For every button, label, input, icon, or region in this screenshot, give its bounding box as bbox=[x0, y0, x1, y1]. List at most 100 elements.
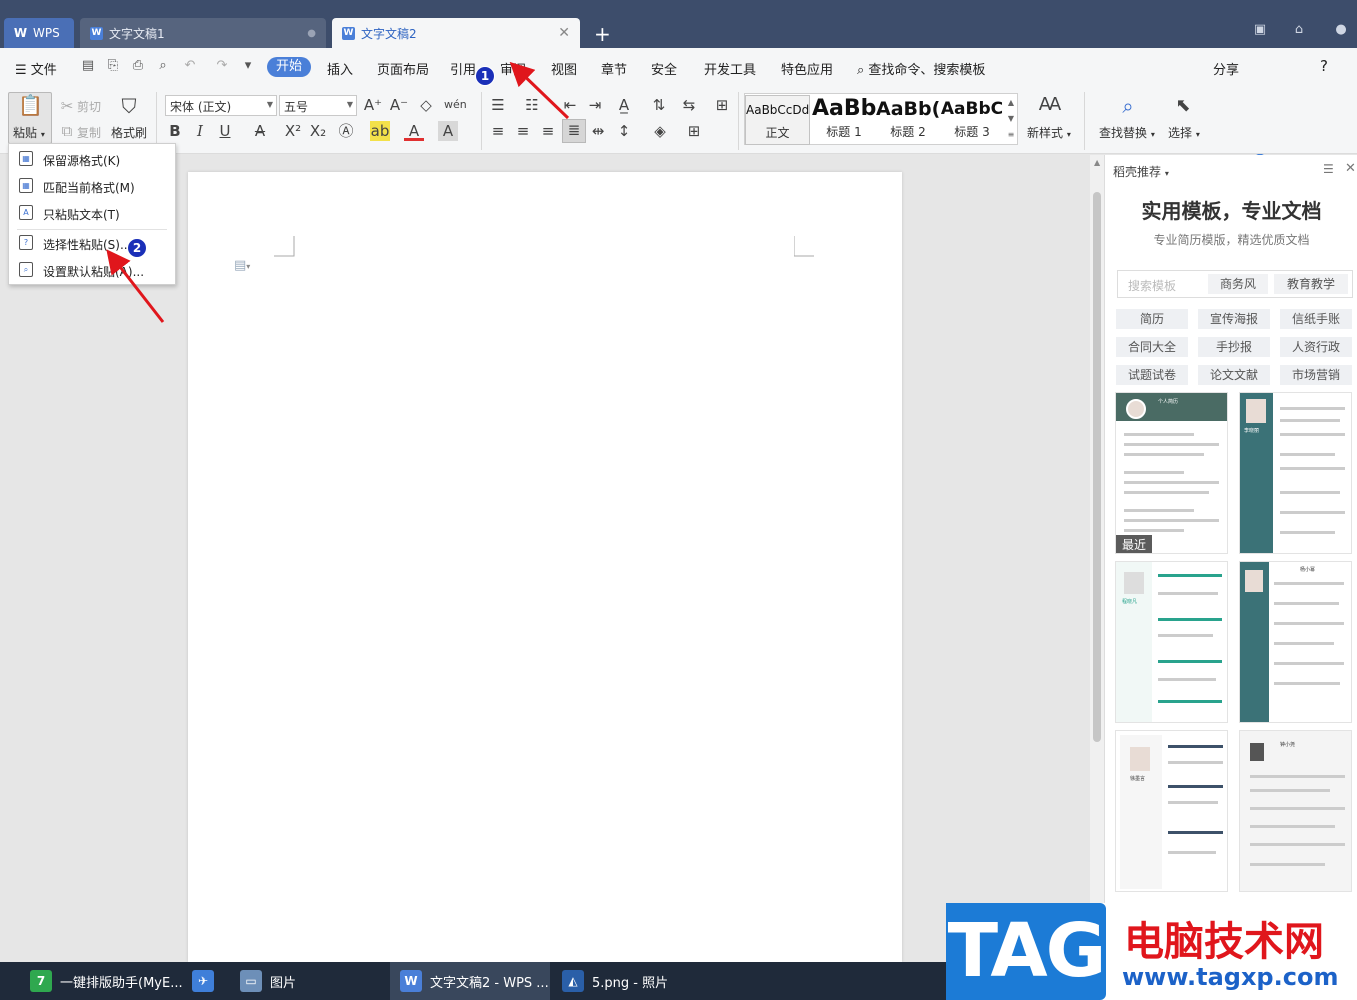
chevron-down-icon[interactable]: ▾ bbox=[240, 58, 256, 74]
window-count-icon[interactable]: ▣ bbox=[1252, 22, 1268, 40]
template-thumbnail[interactable]: 徐墨言 bbox=[1115, 730, 1228, 892]
close-icon[interactable]: ✕ bbox=[1345, 161, 1356, 176]
taskbar-app-assistant[interactable]: ✈ bbox=[192, 962, 222, 1000]
tab-wps-home[interactable]: W WPS bbox=[4, 18, 74, 48]
style-normal[interactable]: AaBbCcDd 正文 bbox=[745, 95, 810, 145]
category-chip[interactable]: 市场营销 bbox=[1280, 365, 1352, 385]
menu-tab-insert[interactable]: 插入 bbox=[327, 59, 353, 78]
phonetic-icon[interactable]: wén bbox=[444, 95, 467, 115]
paragraph-options-icon[interactable]: ▤▾ bbox=[234, 258, 250, 273]
filter-business[interactable]: 商务风 bbox=[1208, 274, 1268, 294]
new-style-icon[interactable]: Ꜳ bbox=[1037, 95, 1063, 115]
category-chip[interactable]: 宣传海报 bbox=[1198, 309, 1270, 329]
format-painter-icon[interactable]: ⛉ bbox=[119, 96, 139, 116]
category-chip[interactable]: 信纸手账 bbox=[1280, 309, 1352, 329]
paste-special[interactable]: ? 选择性粘贴(S)... bbox=[9, 230, 175, 256]
new-style-label[interactable]: 新样式 ▾ bbox=[1027, 124, 1071, 141]
template-thumbnail[interactable]: 个人简历 最近 bbox=[1115, 392, 1228, 554]
category-chip[interactable]: 人资行政 bbox=[1280, 337, 1352, 357]
scrollbar-thumb[interactable] bbox=[1093, 192, 1101, 742]
skin-icon[interactable]: ⌂ bbox=[1291, 22, 1307, 40]
menu-tab-special[interactable]: 特色应用 bbox=[781, 59, 833, 78]
undo-icon[interactable]: ↶ bbox=[182, 58, 198, 74]
menu-tab-chapter[interactable]: 章节 bbox=[601, 59, 627, 78]
line-spacing-icon[interactable]: ↕ bbox=[614, 121, 634, 141]
redo-icon[interactable]: ↷ bbox=[214, 58, 230, 74]
template-thumbnail[interactable]: 杨小幂 bbox=[1239, 561, 1352, 723]
copy-icon[interactable]: ⧉ bbox=[57, 121, 77, 141]
table-icon[interactable]: ⊞ bbox=[712, 95, 732, 115]
menu-tab-start[interactable]: 开始 bbox=[267, 57, 311, 77]
template-thumbnail[interactable]: 李晓丽 bbox=[1239, 392, 1352, 554]
category-chip[interactable]: 试题试卷 bbox=[1116, 365, 1188, 385]
share-button[interactable]: 分享 bbox=[1213, 59, 1239, 78]
menu-tab-view[interactable]: 视图 bbox=[551, 59, 577, 78]
find-replace-label[interactable]: 查找替换 ▾ bbox=[1099, 124, 1155, 141]
print-preview-icon[interactable]: ⌕ bbox=[155, 58, 171, 74]
category-chip[interactable]: 简历 bbox=[1116, 309, 1188, 329]
style-heading-1[interactable]: AaBb 标题 1 bbox=[812, 95, 876, 145]
filter-education[interactable]: 教育教学 bbox=[1274, 274, 1348, 294]
save-icon[interactable]: ▤ bbox=[80, 58, 96, 74]
numbered-list-icon[interactable]: ☷ bbox=[522, 95, 542, 115]
template-thumbnail[interactable]: 程晓凡 bbox=[1115, 561, 1228, 723]
text-effect-icon[interactable]: Ⓐ bbox=[336, 121, 356, 141]
align-left-icon[interactable]: ≡ bbox=[488, 121, 508, 141]
bullet-list-icon[interactable]: ☰ bbox=[488, 95, 508, 115]
font-family-select[interactable]: 宋体 (正文) ▼ bbox=[165, 95, 277, 116]
decrease-indent-icon[interactable]: ⇤ bbox=[560, 95, 580, 115]
show-marks-icon[interactable]: ⇆ bbox=[679, 95, 699, 115]
menu-tab-developer[interactable]: 开发工具 bbox=[704, 59, 756, 78]
avatar-icon[interactable]: ● bbox=[1333, 22, 1349, 40]
font-size-select[interactable]: 五号 ▼ bbox=[279, 95, 357, 116]
superscript-icon[interactable]: X² bbox=[283, 121, 303, 141]
command-search[interactable]: ⌕ 查找命令、搜索模板 bbox=[857, 59, 985, 78]
paste-keep-source-format[interactable]: ▦ 保留源格式(K) bbox=[9, 146, 175, 172]
paste-text-only[interactable]: A 只粘贴文本(T) bbox=[9, 200, 175, 226]
style-scroll-icon[interactable]: ▲ ▼ ≡ bbox=[1006, 95, 1016, 143]
template-search-box[interactable]: 搜索模板 商务风 教育教学 bbox=[1117, 270, 1353, 298]
export-icon[interactable]: ⎘ bbox=[105, 58, 121, 74]
bold-icon[interactable]: B bbox=[165, 121, 185, 141]
menu-tab-security[interactable]: 安全 bbox=[651, 59, 677, 78]
increase-indent-icon[interactable]: ⇥ bbox=[585, 95, 605, 115]
subscript-icon[interactable]: X₂ bbox=[308, 121, 328, 141]
file-menu[interactable]: ☰ 文件 bbox=[15, 59, 57, 78]
menu-tab-references[interactable]: 引用 bbox=[450, 59, 476, 78]
find-replace-icon[interactable]: ⌕ bbox=[1116, 96, 1140, 116]
taskbar-app-photos[interactable]: ◭ 5.png - 照片 bbox=[562, 962, 668, 1000]
tab-document-1[interactable]: W 文字文稿1 ● bbox=[80, 18, 326, 48]
distribute-icon[interactable]: ⇹ bbox=[588, 121, 608, 141]
paste-set-default[interactable]: ⌕ 设置默认粘贴(A)... bbox=[9, 257, 175, 283]
menu-tab-page-layout[interactable]: 页面布局 bbox=[377, 59, 429, 78]
shading-icon[interactable]: ◈ bbox=[650, 121, 670, 141]
close-icon[interactable]: ✕ bbox=[558, 25, 570, 41]
cut-label[interactable]: 剪切 bbox=[77, 98, 101, 115]
taskbar-app-formatter[interactable]: 7 一键排版助手(MyE... bbox=[30, 962, 183, 1000]
border-icon[interactable]: ⊞ bbox=[684, 121, 704, 141]
help-icon[interactable]: ? bbox=[1320, 57, 1328, 75]
format-painter-label[interactable]: 格式刷 bbox=[111, 124, 147, 141]
print-icon[interactable]: ⎙ bbox=[130, 58, 146, 74]
add-tab-icon[interactable]: + bbox=[594, 22, 611, 46]
document-page[interactable] bbox=[188, 172, 902, 962]
menu-tab-review[interactable]: 审阅 bbox=[500, 59, 526, 78]
align-center-icon[interactable]: ≡ bbox=[513, 121, 533, 141]
style-heading-3[interactable]: AaBbC 标题 3 bbox=[940, 95, 1004, 145]
shrink-font-icon[interactable]: A⁻ bbox=[389, 95, 409, 115]
style-heading-2[interactable]: AaBb( 标题 2 bbox=[876, 95, 940, 145]
select-label[interactable]: 选择 ▾ bbox=[1168, 124, 1200, 141]
copy-label[interactable]: 复制 bbox=[77, 124, 101, 141]
grow-font-icon[interactable]: A⁺ bbox=[363, 95, 383, 115]
category-chip[interactable]: 论文文献 bbox=[1198, 365, 1270, 385]
align-right-icon[interactable]: ≡ bbox=[538, 121, 558, 141]
char-shading-icon[interactable]: A bbox=[438, 121, 458, 141]
scissors-icon[interactable]: ✂ bbox=[57, 96, 77, 116]
category-chip[interactable]: 合同大全 bbox=[1116, 337, 1188, 357]
justify-icon[interactable]: ≣ bbox=[562, 119, 586, 143]
highlight-icon[interactable]: ab bbox=[370, 121, 390, 141]
scroll-up-icon[interactable]: ▲ bbox=[1094, 158, 1100, 167]
sort-icon[interactable]: ⇅ bbox=[649, 95, 669, 115]
template-thumbnail[interactable]: 钟小尧 bbox=[1239, 730, 1352, 892]
underline-icon[interactable]: U bbox=[215, 121, 235, 141]
